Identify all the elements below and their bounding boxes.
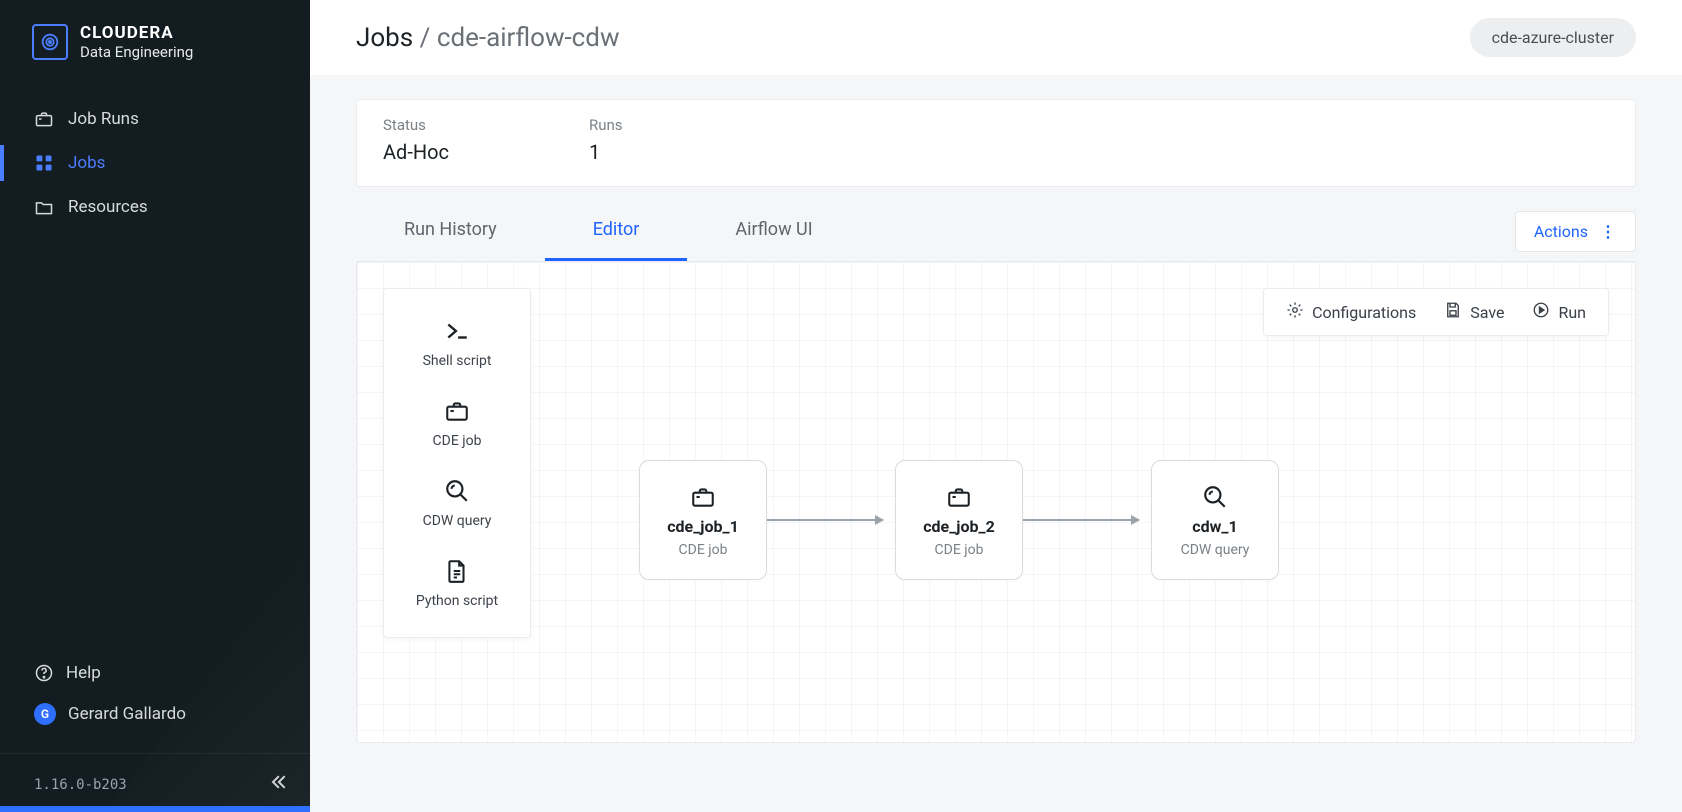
- magnify-icon: [443, 477, 471, 505]
- run-label: Run: [1558, 303, 1586, 322]
- node-title: cde_job_1: [667, 517, 739, 536]
- sidebar-item-resources[interactable]: Resources: [0, 185, 310, 229]
- tab-editor[interactable]: Editor: [545, 201, 688, 261]
- user-name: Gerard Gallardo: [68, 704, 186, 724]
- sidebar-item-label: Resources: [68, 197, 148, 217]
- save-icon: [1444, 301, 1462, 323]
- actions-button[interactable]: Actions ⋮: [1515, 211, 1636, 252]
- breadcrumb-root[interactable]: Jobs: [356, 23, 413, 53]
- sidebar-item-label: Job Runs: [68, 109, 139, 129]
- topbar: Jobs / cde-airflow-cdw cde-azure-cluster: [310, 0, 1682, 75]
- briefcase-icon: [443, 397, 471, 425]
- brand-line1: CLOUDERA: [80, 24, 193, 44]
- palette-python-script[interactable]: Python script: [384, 543, 530, 623]
- sidebar-item-help[interactable]: Help: [34, 653, 294, 693]
- node-subtitle: CDE job: [935, 542, 984, 558]
- palette-cdw-query[interactable]: CDW query: [384, 463, 530, 543]
- gear-icon: [1286, 301, 1304, 323]
- sidebar-item-user[interactable]: G Gerard Gallardo: [34, 693, 294, 735]
- palette-label: CDE job: [433, 433, 482, 449]
- file-icon: [443, 557, 471, 585]
- breadcrumb-sep: /: [413, 23, 437, 53]
- palette-cde-job[interactable]: CDE job: [384, 383, 530, 463]
- version-text: 1.16.0-b203: [34, 777, 127, 793]
- save-button[interactable]: Save: [1444, 301, 1504, 323]
- help-icon: [34, 663, 54, 683]
- palette-label: CDW query: [423, 513, 492, 529]
- canvas-toolbar: Configurations Save Run: [1263, 288, 1609, 336]
- main-area: Jobs / cde-airflow-cdw cde-azure-cluster…: [310, 0, 1682, 812]
- status-value: Ad-Hoc: [383, 140, 449, 164]
- actions-label: Actions: [1534, 222, 1588, 241]
- cluster-pill[interactable]: cde-azure-cluster: [1470, 18, 1636, 57]
- accent-bar: [0, 806, 310, 812]
- play-icon: [1532, 301, 1550, 323]
- kebab-icon: ⋮: [1600, 222, 1617, 241]
- terminal-icon: [443, 317, 471, 345]
- brand-block: CLOUDERA Data Engineering: [0, 0, 310, 83]
- tabs: Run History Editor Airflow UI: [356, 201, 861, 261]
- runs-label: Runs: [589, 116, 623, 134]
- edge-2-3: [1023, 519, 1139, 521]
- dag-node-cde-job-1[interactable]: cde_job_1 CDE job: [639, 460, 767, 580]
- breadcrumb: Jobs / cde-airflow-cdw: [356, 23, 620, 53]
- sidebar-item-jobs[interactable]: Jobs: [0, 141, 310, 185]
- briefcase-icon: [689, 483, 717, 511]
- node-title: cdw_1: [1192, 517, 1237, 536]
- tab-airflow-ui[interactable]: Airflow UI: [687, 201, 860, 261]
- node-palette: Shell script CDE job CDW q: [383, 288, 531, 638]
- palette-label: Shell script: [423, 353, 492, 369]
- status-label: Status: [383, 116, 449, 134]
- magnify-icon: [1201, 483, 1229, 511]
- briefcase-icon: [34, 109, 54, 129]
- dag-node-cdw-1[interactable]: cdw_1 CDW query: [1151, 460, 1279, 580]
- avatar: G: [34, 703, 56, 725]
- sidebar-item-job-runs[interactable]: Job Runs: [0, 97, 310, 141]
- summary-card: Status Ad-Hoc Runs 1: [356, 99, 1636, 187]
- node-subtitle: CDW query: [1181, 542, 1250, 558]
- brand-line2: Data Engineering: [80, 44, 193, 61]
- folder-icon: [34, 197, 54, 217]
- brand-logo-icon: [32, 24, 68, 60]
- dag-canvas[interactable]: Shell script CDE job CDW q: [357, 262, 1635, 742]
- runs-value: 1: [589, 140, 623, 164]
- sidebar-item-label: Jobs: [68, 153, 105, 173]
- configurations-button[interactable]: Configurations: [1286, 301, 1416, 323]
- node-title: cde_job_2: [923, 517, 995, 536]
- grid-icon: [34, 153, 54, 173]
- canvas-container: Shell script CDE job CDW q: [356, 261, 1636, 743]
- help-label: Help: [66, 663, 101, 683]
- nav-list: Job Runs Jobs Resources: [0, 83, 310, 229]
- collapse-sidebar-button[interactable]: [268, 772, 288, 798]
- save-label: Save: [1470, 303, 1504, 322]
- edge-1-2: [767, 519, 883, 521]
- dag-node-cde-job-2[interactable]: cde_job_2 CDE job: [895, 460, 1023, 580]
- tab-run-history[interactable]: Run History: [356, 201, 545, 261]
- sidebar: CLOUDERA Data Engineering Job Runs Jobs: [0, 0, 310, 812]
- configurations-label: Configurations: [1312, 303, 1416, 322]
- palette-shell-script[interactable]: Shell script: [384, 303, 530, 383]
- briefcase-icon: [945, 483, 973, 511]
- run-button[interactable]: Run: [1532, 301, 1586, 323]
- palette-label: Python script: [416, 593, 498, 609]
- breadcrumb-current: cde-airflow-cdw: [437, 23, 620, 53]
- node-subtitle: CDE job: [679, 542, 728, 558]
